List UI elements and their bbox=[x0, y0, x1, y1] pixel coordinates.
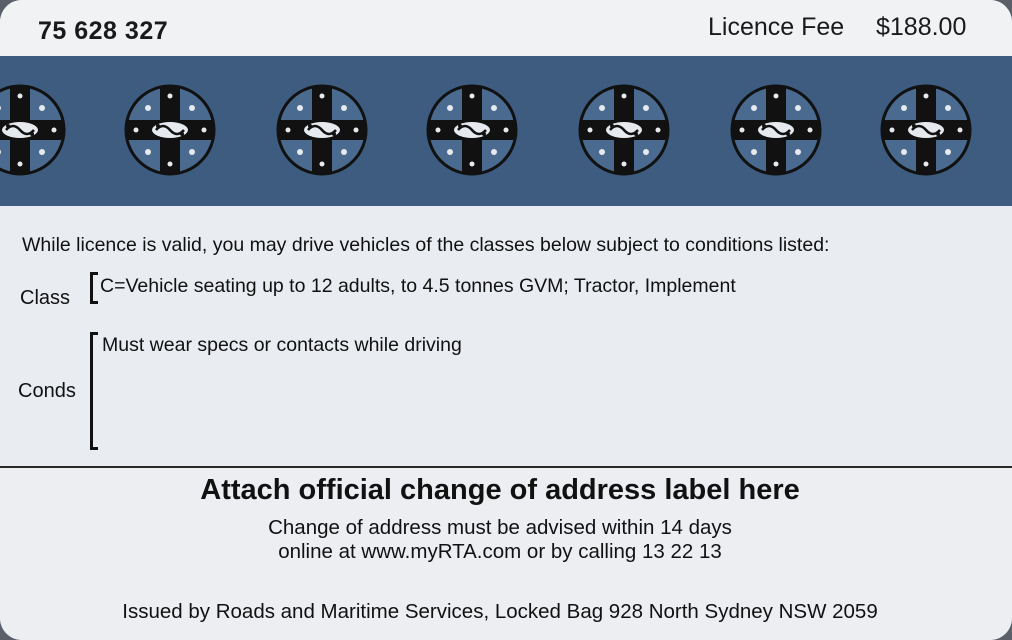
nsw-cross-emblem-icon bbox=[124, 84, 216, 176]
class-bracket bbox=[90, 272, 98, 304]
licence-card-back: 75 628 327 Licence Fee $188.00 While lic… bbox=[0, 0, 1012, 640]
nsw-cross-emblem-icon bbox=[276, 84, 368, 176]
change-of-address-line-1: Change of address must be advised within… bbox=[268, 516, 732, 539]
conds-value: Must wear specs or contacts while drivin… bbox=[102, 334, 462, 356]
nsw-cross-emblem-icon bbox=[880, 84, 972, 176]
class-label: Class bbox=[20, 287, 71, 309]
nsw-cross-emblem-icon bbox=[730, 84, 822, 176]
class-value: C=Vehicle seating up to 12 adults, to 4.… bbox=[100, 275, 736, 297]
nsw-cross-emblem-icon bbox=[426, 84, 518, 176]
change-of-address-title: Attach official change of address label … bbox=[200, 474, 800, 506]
issuer-footer: Issued by Roads and Maritime Services, L… bbox=[122, 600, 878, 623]
card-number: 75 628 327 bbox=[38, 17, 169, 45]
conds-label: Conds bbox=[18, 380, 76, 402]
change-of-address-line-2: online at www.myRTA.com or by calling 13… bbox=[278, 540, 722, 563]
nsw-cross-emblem-icon bbox=[0, 84, 66, 176]
conds-bracket bbox=[90, 332, 98, 450]
conditions-intro: While licence is valid, you may drive ve… bbox=[22, 234, 830, 256]
licence-fee-value: $188.00 bbox=[876, 13, 967, 41]
licence-fee-label: Licence Fee bbox=[708, 13, 845, 41]
nsw-cross-emblem-icon bbox=[578, 84, 670, 176]
